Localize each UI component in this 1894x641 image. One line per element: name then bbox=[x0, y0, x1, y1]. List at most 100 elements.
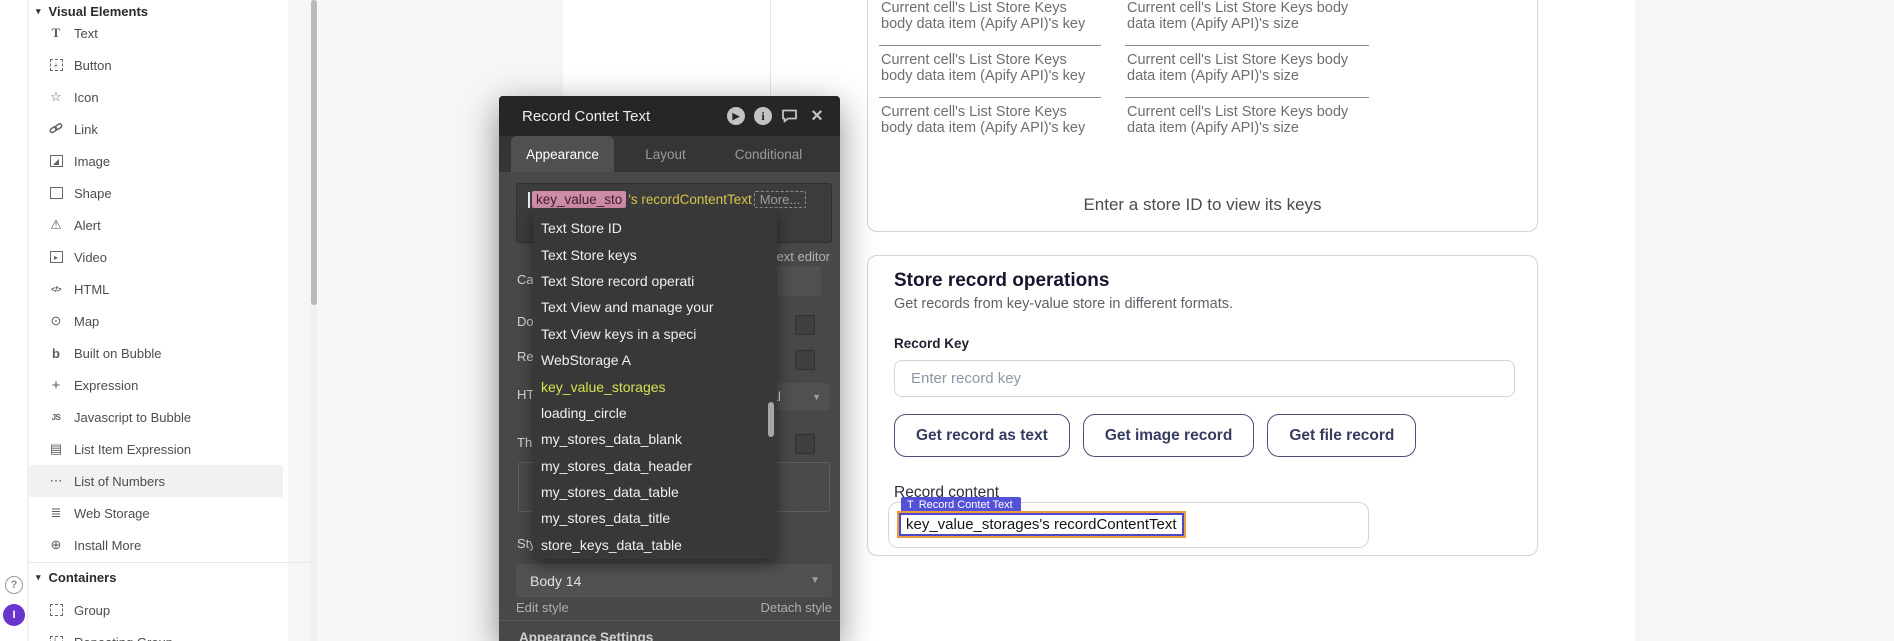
field-label-fragment: HT bbox=[517, 387, 534, 402]
cell-key-text[interactable]: Current cell's List Store Keys body data… bbox=[879, 105, 1101, 149]
sidebar-item-list-item-expression[interactable]: ▤ List Item Expression bbox=[29, 433, 283, 465]
sidebar-item-image[interactable]: ◢ Image bbox=[29, 145, 283, 177]
dropdown-item[interactable]: my_stores_data_blank bbox=[533, 426, 777, 452]
more-token[interactable]: More... bbox=[754, 191, 806, 208]
sidebar-item-built-on-bubble[interactable]: b Built on Bubble bbox=[29, 337, 283, 369]
sidebar-item-group[interactable]: Group bbox=[29, 594, 283, 626]
section-containers[interactable]: ▾ Containers bbox=[29, 566, 283, 588]
field-label-fragment: Th bbox=[517, 435, 532, 450]
dropdown-item[interactable]: my_stores_data_title bbox=[533, 505, 777, 531]
panel-divider bbox=[499, 620, 840, 621]
cell-key-text[interactable]: Current cell's List Store Keys body data… bbox=[879, 1, 1101, 46]
comment-icon[interactable] bbox=[781, 107, 799, 125]
sidebar-item-install-more[interactable]: ⊕ Install More bbox=[29, 529, 283, 561]
alert-icon: ⚠ bbox=[48, 217, 64, 233]
dropdown-item[interactable]: Text View and manage your bbox=[533, 294, 777, 320]
style-select[interactable]: Body 14 ▼ bbox=[516, 564, 832, 597]
sidebar-item-icon[interactable]: ☆ Icon bbox=[29, 81, 283, 113]
cell-size-text[interactable]: Current cell's List Store Keys body data… bbox=[1125, 53, 1369, 98]
edit-style-link[interactable]: Edit style bbox=[516, 600, 569, 615]
checkbox[interactable] bbox=[795, 350, 815, 370]
sidebar-item-javascript-to-bubble[interactable]: JS Javascript to Bubble bbox=[29, 401, 283, 433]
avatar[interactable]: I bbox=[3, 604, 25, 626]
expression-rest[interactable]: 's recordContentText bbox=[628, 192, 751, 207]
cell-key-text[interactable]: Current cell's List Store Keys body data… bbox=[879, 53, 1101, 98]
sidebar-item-map[interactable]: ⊙ Map bbox=[29, 305, 283, 337]
tab-appearance[interactable]: Appearance bbox=[511, 136, 614, 172]
record-key-input[interactable] bbox=[894, 360, 1515, 397]
selected-text-element[interactable]: key_value_storages's recordContentText bbox=[899, 513, 1184, 536]
dropdown-item[interactable]: Text Store keys bbox=[533, 241, 777, 267]
detach-style-link[interactable]: Detach style bbox=[760, 600, 832, 615]
chevron-down-icon: ▾ bbox=[36, 6, 41, 17]
info-icon[interactable]: i bbox=[754, 107, 772, 125]
sidebar-item-repeating-group[interactable]: ⎢ Repeating Group bbox=[29, 626, 283, 641]
dropdown-item[interactable]: my_stores_data_table bbox=[533, 479, 777, 505]
chevron-down-icon: ▼ bbox=[812, 392, 821, 402]
dropdown-scrollbar-thumb[interactable] bbox=[768, 402, 774, 437]
dropdown-item[interactable]: Text View keys in a speci bbox=[533, 321, 777, 347]
left-rail: ? I bbox=[0, 0, 28, 641]
sidebar-item-list-of-numbers[interactable]: ⋯ List of Numbers bbox=[29, 465, 283, 497]
record-key-label[interactable]: Record Key bbox=[894, 336, 969, 351]
chevron-down-icon: ▾ bbox=[36, 572, 41, 583]
sidebar-item-text[interactable]: T Text bbox=[29, 17, 283, 49]
repeating-group-icon: ⎢ bbox=[48, 636, 64, 641]
store-record-operations-card[interactable]: Store record operations Get records from… bbox=[867, 255, 1538, 556]
get-image-record-button[interactable]: Get image record bbox=[1083, 414, 1255, 457]
table-row: Current cell's List Store Keys body data… bbox=[879, 53, 1379, 98]
group-icon bbox=[48, 604, 64, 616]
html-icon: </> bbox=[48, 285, 64, 294]
get-record-as-text-button[interactable]: Get record as text bbox=[894, 414, 1070, 457]
sidebar-item-button[interactable]: + Button bbox=[29, 49, 283, 81]
dropdown-item[interactable]: loading_circle bbox=[533, 400, 777, 426]
card-subtitle[interactable]: Get records from key-value store in diff… bbox=[894, 296, 1233, 312]
store-keys-repeating-group[interactable]: Current cell's List Store Keys body data… bbox=[867, 0, 1538, 232]
map-pin-icon: ⊙ bbox=[48, 313, 64, 329]
expression-token[interactable]: key_value_sto bbox=[532, 191, 626, 208]
property-editor-header[interactable]: Record Contet Text ▶ i × bbox=[499, 96, 840, 136]
dropdown-item[interactable]: store_keys_data_table bbox=[533, 532, 777, 558]
sidebar-item-alert[interactable]: ⚠ Alert bbox=[29, 209, 283, 241]
text-cursor bbox=[528, 192, 530, 208]
help-icon[interactable]: ? bbox=[5, 576, 23, 594]
dropdown-item[interactable]: my_stores_data_header bbox=[533, 453, 777, 479]
tab-conditional[interactable]: Conditional bbox=[717, 136, 820, 172]
empty-state-text[interactable]: Enter a store ID to view its keys bbox=[868, 195, 1537, 215]
link-icon bbox=[48, 122, 64, 136]
video-icon: ▸ bbox=[48, 251, 64, 263]
field-label-fragment: Re bbox=[517, 349, 534, 364]
dropdown-item[interactable]: Text Store ID bbox=[533, 215, 777, 241]
property-editor-title: Record Contet Text bbox=[522, 108, 718, 125]
list-of-numbers-icon: ⋯ bbox=[48, 473, 64, 489]
sidebar-item-html[interactable]: </> HTML bbox=[29, 273, 283, 305]
cell-size-text[interactable]: Current cell's List Store Keys body data… bbox=[1125, 1, 1369, 46]
sidebar-item-web-storage[interactable]: ≣ Web Storage bbox=[29, 497, 283, 529]
sidebar-item-shape[interactable]: Shape bbox=[29, 177, 283, 209]
sidebar-item-video[interactable]: ▸ Video bbox=[29, 241, 283, 273]
dropdown-item[interactable]: WebStorage A bbox=[533, 347, 777, 373]
checkbox[interactable] bbox=[795, 434, 815, 454]
sidebar-item-link[interactable]: Link bbox=[29, 113, 283, 145]
dropdown-item[interactable]: Text Store record operati bbox=[533, 268, 777, 294]
badge-label: Record Contet Text bbox=[919, 499, 1013, 511]
field-label-fragment: Do bbox=[517, 314, 534, 329]
web-storage-icon: ≣ bbox=[48, 505, 64, 521]
table-row: Current cell's List Store Keys body data… bbox=[879, 1, 1379, 46]
card-title[interactable]: Store record operations bbox=[894, 270, 1109, 292]
property-editor-tabs: Appearance Layout Conditional bbox=[499, 136, 840, 172]
autocomplete-dropdown: Text Store ID Text Store keys Text Store… bbox=[533, 212, 777, 559]
star-icon: ☆ bbox=[48, 89, 64, 105]
chevron-down-icon: ▼ bbox=[810, 575, 820, 586]
dropdown-item-selected[interactable]: key_value_storages bbox=[533, 373, 777, 399]
sidebar-item-expression[interactable]: + Expression bbox=[29, 369, 283, 401]
palette-scrollbar-thumb[interactable] bbox=[311, 0, 317, 305]
button-icon: + bbox=[48, 59, 64, 71]
play-icon[interactable]: ▶ bbox=[727, 107, 745, 125]
cell-size-text[interactable]: Current cell's List Store Keys body data… bbox=[1125, 105, 1369, 149]
close-icon[interactable]: × bbox=[808, 107, 826, 125]
tab-layout[interactable]: Layout bbox=[614, 136, 717, 172]
list-item-expression-icon: ▤ bbox=[48, 441, 64, 457]
get-file-record-button[interactable]: Get file record bbox=[1267, 414, 1416, 457]
checkbox[interactable] bbox=[795, 315, 815, 335]
